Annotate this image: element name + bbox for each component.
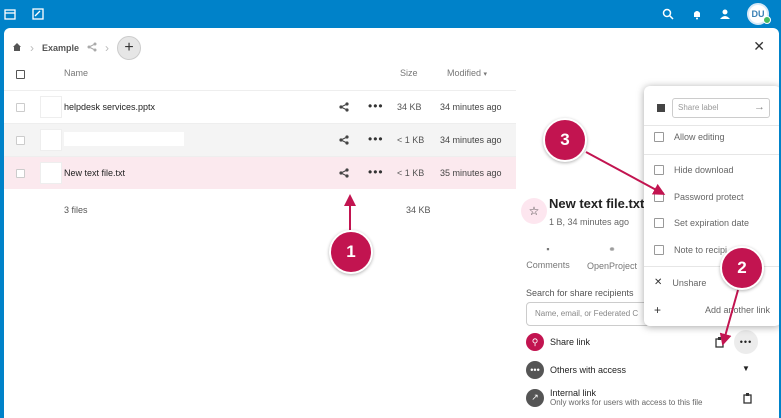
share-icon[interactable] (338, 134, 352, 148)
comment-icon: ▪ (546, 244, 550, 254)
files-app: › Example › + ✕ Name Size Modified ▾ hel… (4, 28, 779, 418)
callout-1: 1 (329, 230, 373, 274)
checkbox[interactable] (654, 132, 664, 142)
top-bar: DU (0, 0, 781, 28)
breadcrumb-separator: › (30, 41, 34, 55)
more-icon: ••• (526, 361, 544, 379)
breadcrumb-folder[interactable]: Example (42, 43, 79, 53)
chevron-down-icon[interactable]: ▼ (742, 364, 750, 373)
row-checkbox[interactable] (16, 136, 25, 145)
file-size: 34 KB (397, 102, 422, 112)
others-access-row[interactable]: ••• Others with access (526, 361, 626, 379)
redacted-name (64, 132, 184, 146)
file-thumbnail (40, 162, 62, 184)
share-menu-button[interactable]: ••• (734, 330, 758, 354)
file-size: < 1 KB (397, 135, 425, 145)
copy-link-icon[interactable] (714, 336, 726, 350)
file-modified: 34 minutes ago (440, 135, 502, 145)
file-row[interactable]: helpdesk services.pptx ••• 34 KB 34 minu… (4, 90, 516, 123)
share-icon[interactable] (338, 167, 352, 181)
link-icon: ⚲ (526, 333, 544, 351)
more-actions-icon[interactable]: ••• (368, 99, 384, 113)
callout-3: 3 (543, 118, 587, 162)
file-row-selected[interactable]: New text file.txt ••• < 1 KB 35 minutes … (4, 156, 516, 189)
hide-download-option[interactable]: Hide download (654, 165, 734, 175)
close-icon: ✕ (654, 277, 663, 288)
file-modified: 34 minutes ago (440, 102, 502, 112)
checkbox[interactable] (654, 165, 664, 175)
internal-link-label: Internal link (550, 388, 597, 398)
password-protect-option[interactable]: Password protect (654, 192, 744, 202)
checkbox[interactable] (654, 218, 664, 228)
sidebar-title: New text file.txt (549, 196, 645, 211)
callout-2: 2 (720, 246, 764, 290)
more-actions-icon[interactable]: ••• (368, 165, 384, 179)
breadcrumb: › Example › + (12, 36, 142, 60)
tab-openproject[interactable]: ⚭ OpenProject (584, 244, 640, 271)
breadcrumb-separator: › (105, 41, 110, 55)
more-actions-icon[interactable]: ••• (368, 132, 384, 146)
new-button[interactable]: + (117, 36, 142, 60)
file-name[interactable]: helpdesk services.pptx (64, 102, 155, 112)
checkbox[interactable] (654, 245, 664, 255)
divider (644, 154, 779, 155)
calendar-icon[interactable] (2, 6, 18, 22)
add-another-link-option[interactable]: + Add another link (654, 303, 770, 317)
file-thumbnail (40, 96, 62, 118)
tab-comments[interactable]: ▪ Comments (526, 244, 570, 270)
copy-internal-link-icon[interactable] (742, 392, 754, 406)
row-checkbox[interactable] (16, 169, 25, 178)
plus-icon: + (654, 303, 662, 317)
label-icon (656, 103, 666, 115)
external-link-icon: ↗ (526, 388, 544, 407)
column-size[interactable]: Size (400, 68, 418, 78)
share-link-row: ⚲ Share link (526, 333, 590, 351)
share-icon[interactable] (87, 42, 97, 54)
internal-link-sub: Only works for users with access to this… (550, 398, 703, 407)
sidebar-subtitle: 1 B, 34 minutes ago (549, 217, 630, 227)
search-recipients-label: Search for share recipients (526, 288, 634, 298)
share-icon[interactable] (338, 101, 352, 115)
file-thumbnail (40, 129, 62, 151)
allow-editing-option[interactable]: Allow editing (654, 132, 725, 142)
column-name[interactable]: Name (64, 68, 88, 78)
notifications-icon[interactable] (689, 6, 705, 22)
column-modified[interactable]: Modified ▾ (447, 68, 487, 78)
favorite-star-icon[interactable]: ☆ (521, 198, 547, 224)
file-name[interactable]: New text file.txt (64, 168, 125, 178)
set-expiration-option[interactable]: Set expiration date (654, 218, 749, 228)
share-link-label: Share link (550, 337, 591, 347)
search-recipients-input[interactable]: Name, email, or Federated C (526, 302, 650, 326)
arrow-right-icon[interactable]: → (754, 101, 765, 113)
total-size: 34 KB (406, 205, 431, 215)
note-to-recipient-option[interactable]: Note to recipi (654, 245, 727, 255)
home-icon[interactable] (12, 42, 22, 54)
notes-icon[interactable] (30, 6, 46, 22)
file-row[interactable]: ••• < 1 KB 34 minutes ago (4, 123, 516, 156)
status-dot (763, 16, 771, 24)
select-all-checkbox[interactable] (16, 70, 25, 81)
others-access-label: Others with access (550, 365, 627, 375)
file-size: < 1 KB (397, 168, 425, 178)
share-options-menu: Share label → Allow editing Hide downloa… (644, 86, 779, 326)
divider (644, 125, 779, 126)
search-icon[interactable] (660, 6, 676, 22)
close-sidebar-icon[interactable]: ✕ (753, 38, 765, 55)
openproject-icon: ⚭ (608, 244, 616, 254)
file-modified: 35 minutes ago (440, 168, 502, 178)
contacts-icon[interactable] (717, 6, 733, 22)
checkbox[interactable] (654, 192, 664, 202)
share-label-input[interactable]: Share label → (672, 98, 770, 118)
file-count: 3 files (64, 205, 88, 215)
internal-link-row: ↗ Internal link Only works for users wit… (526, 388, 703, 407)
unshare-option[interactable]: ✕ Unshare (654, 277, 706, 288)
row-checkbox[interactable] (16, 103, 25, 112)
